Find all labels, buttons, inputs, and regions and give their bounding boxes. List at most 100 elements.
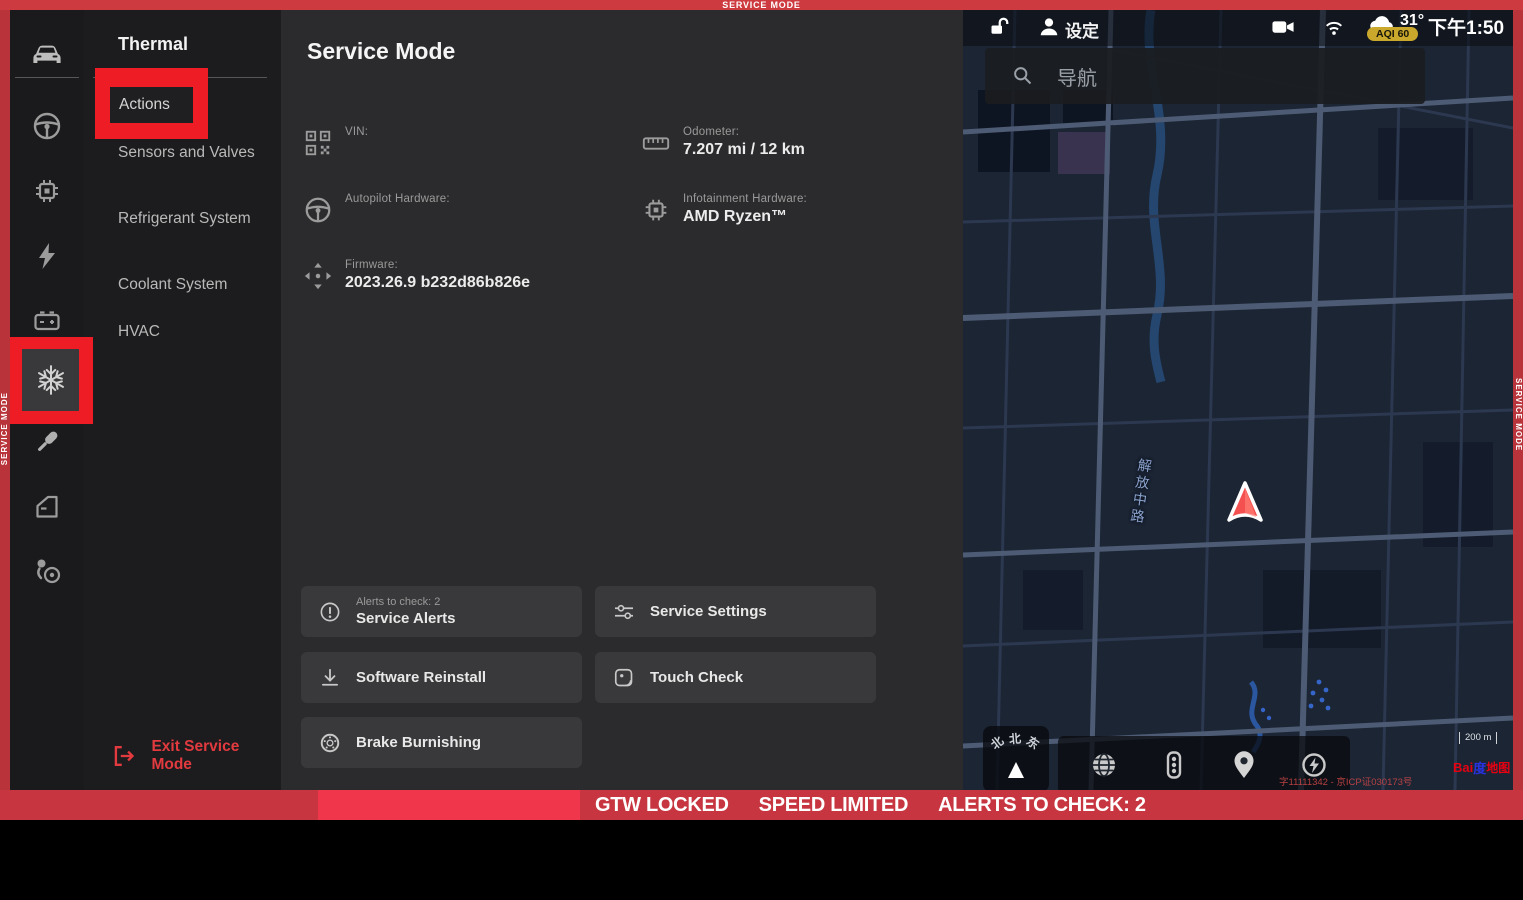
service-mode-right-label: SERVICE MODE [1513, 378, 1523, 451]
tesla-service-mode-screen: SERVICE MODE SERVICE MODE SERVICE MODE [0, 0, 1523, 900]
nav-item-hvac[interactable]: HVAC [118, 323, 270, 341]
ruler-icon [641, 128, 671, 158]
nav-item-coolant-system[interactable]: Coolant System [118, 276, 270, 294]
sidebar-item-controller[interactable] [31, 175, 63, 207]
brake-disc-icon [318, 731, 342, 755]
baidu-map[interactable]: 设定 31° AQI 60 下午1:50 导航 解放中路 [963, 10, 1513, 790]
nav-header: Thermal [118, 34, 188, 55]
lightning-icon [31, 240, 63, 272]
service-mode-right-strip: SERVICE MODE [1513, 10, 1523, 790]
location-pin-icon[interactable] [1228, 749, 1260, 781]
download-icon [318, 666, 342, 690]
status-gtw-locked: GTW LOCKED [595, 794, 729, 817]
car-icon [31, 39, 63, 67]
annotation-box-actions: Actions [95, 68, 208, 139]
map-status-strip: 设定 31° AQI 60 下午1:50 [963, 10, 1513, 46]
sidebar-item-airbag[interactable] [31, 555, 63, 587]
touch-check-label: Touch Check [650, 669, 743, 686]
globe-icon[interactable] [1088, 749, 1120, 781]
service-alerts-label: Service Alerts [356, 610, 456, 627]
service-settings-button[interactable]: Service Settings [595, 586, 876, 637]
door-icon [31, 491, 63, 523]
baidu-logo-map: 地图 [1486, 759, 1510, 776]
baidu-logo: Bai 度 地图 [1453, 758, 1510, 777]
brake-burnishing-button[interactable]: Brake Burnishing [301, 717, 582, 768]
sidebar-item-door[interactable] [31, 491, 63, 523]
chip-icon [31, 175, 63, 207]
autopilot-value [345, 208, 450, 226]
annotation-box-thermal [10, 337, 93, 424]
vin-label: VIN: [345, 126, 368, 138]
service-mode-left-label: SERVICE MODE [0, 392, 10, 465]
info-odometer: Odometer: 7.207 mi / 12 km [641, 126, 805, 159]
snowflake-icon [34, 363, 68, 397]
sidebar-item-suspension[interactable] [31, 426, 63, 458]
sidebar-item-battery[interactable] [31, 305, 63, 337]
exit-service-mode-label: Exit Service Mode [151, 738, 281, 774]
wifi-icon[interactable] [1321, 14, 1347, 45]
autopilot-steering-icon [303, 195, 333, 225]
qr-code-icon [303, 128, 333, 158]
traffic-light-icon[interactable] [1158, 749, 1190, 781]
info-infotainment: Infotainment Hardware: AMD Ryzen™ [641, 193, 807, 226]
vehicle-location-arrow [1225, 480, 1265, 526]
map-scale: 200 m [1459, 732, 1497, 744]
touch-check-button[interactable]: Touch Check [595, 652, 876, 703]
compass-heading-char: 东 [1023, 732, 1043, 753]
exit-icon [112, 744, 135, 768]
aqi-badge: AQI 60 [1367, 27, 1418, 41]
service-mode-panel: Service Mode VIN: Odometer: 7.207 mi / 1… [281, 10, 963, 790]
rail-divider [15, 77, 79, 78]
software-reinstall-label: Software Reinstall [356, 669, 486, 686]
odometer-label: Odometer: [683, 126, 805, 138]
steering-wheel-icon [31, 110, 63, 142]
firmware-icon [303, 261, 333, 291]
settings-label[interactable]: 设定 [1065, 17, 1099, 42]
info-autopilot: Autopilot Hardware: [303, 193, 450, 226]
unlocked-icon[interactable] [987, 14, 1011, 45]
autopilot-label: Autopilot Hardware: [345, 193, 450, 205]
info-firmware: Firmware: 2023.26.9 b232d86b826e [303, 259, 530, 292]
battery-icon [31, 305, 63, 337]
firmware-label: Firmware: [345, 259, 530, 271]
search-placeholder: 导航 [1057, 62, 1097, 91]
alert-bar-highlight [318, 790, 580, 820]
service-alerts-button[interactable]: Alerts to check: 2 Service Alerts [301, 586, 582, 637]
firmware-value: 2023.26.9 b232d86b826e [345, 274, 530, 292]
nav-item-refrigerant-system[interactable]: Refrigerant System [118, 210, 270, 228]
map-search-input[interactable]: 导航 [985, 48, 1425, 104]
airbag-icon [31, 555, 63, 587]
sidebar-item-thermal-selected[interactable] [22, 349, 79, 411]
service-mode-top-banner: SERVICE MODE [0, 0, 1523, 10]
infotainment-chip-icon [641, 195, 671, 225]
odometer-value: 7.207 mi / 12 km [683, 141, 805, 159]
info-vin: VIN: [303, 126, 368, 159]
nav-item-actions[interactable]: Actions [110, 87, 193, 123]
compass-heading-char: 北 [1008, 730, 1021, 748]
clock: 下午1:50 [1428, 13, 1504, 40]
compass-north-needle [1008, 762, 1024, 778]
suspension-icon [31, 426, 63, 458]
infotainment-value: AMD Ryzen™ [683, 208, 807, 226]
touch-screen-icon [612, 666, 636, 690]
driver-profile-icon[interactable] [1037, 14, 1061, 45]
baidu-logo-paw: 度 [1473, 758, 1486, 777]
vin-value [345, 141, 368, 159]
baidu-logo-bai: Bai [1453, 760, 1473, 775]
compass-heading-char: 北 [987, 732, 1007, 753]
app-dock: ‹ 低 › i 18 ‹ [0, 820, 1523, 900]
exit-service-mode-button[interactable]: Exit Service Mode [112, 738, 281, 774]
brake-burnishing-label: Brake Burnishing [356, 734, 481, 751]
map-canvas [963, 10, 1513, 790]
nav-item-sensors-valves[interactable]: Sensors and Valves [118, 144, 270, 162]
sidebar-item-car[interactable] [31, 39, 63, 71]
search-icon [1011, 64, 1035, 88]
sidebar-item-high-voltage[interactable] [31, 240, 63, 272]
infotainment-label: Infotainment Hardware: [683, 193, 807, 205]
sidebar-item-steering[interactable] [31, 110, 63, 142]
alert-circle-icon [318, 600, 342, 624]
compass-widget[interactable]: 北 北 东 [983, 726, 1049, 790]
software-reinstall-button[interactable]: Software Reinstall [301, 652, 582, 703]
page-title: Service Mode [307, 38, 455, 65]
service-alerts-sublabel: Alerts to check: 2 [356, 596, 456, 608]
